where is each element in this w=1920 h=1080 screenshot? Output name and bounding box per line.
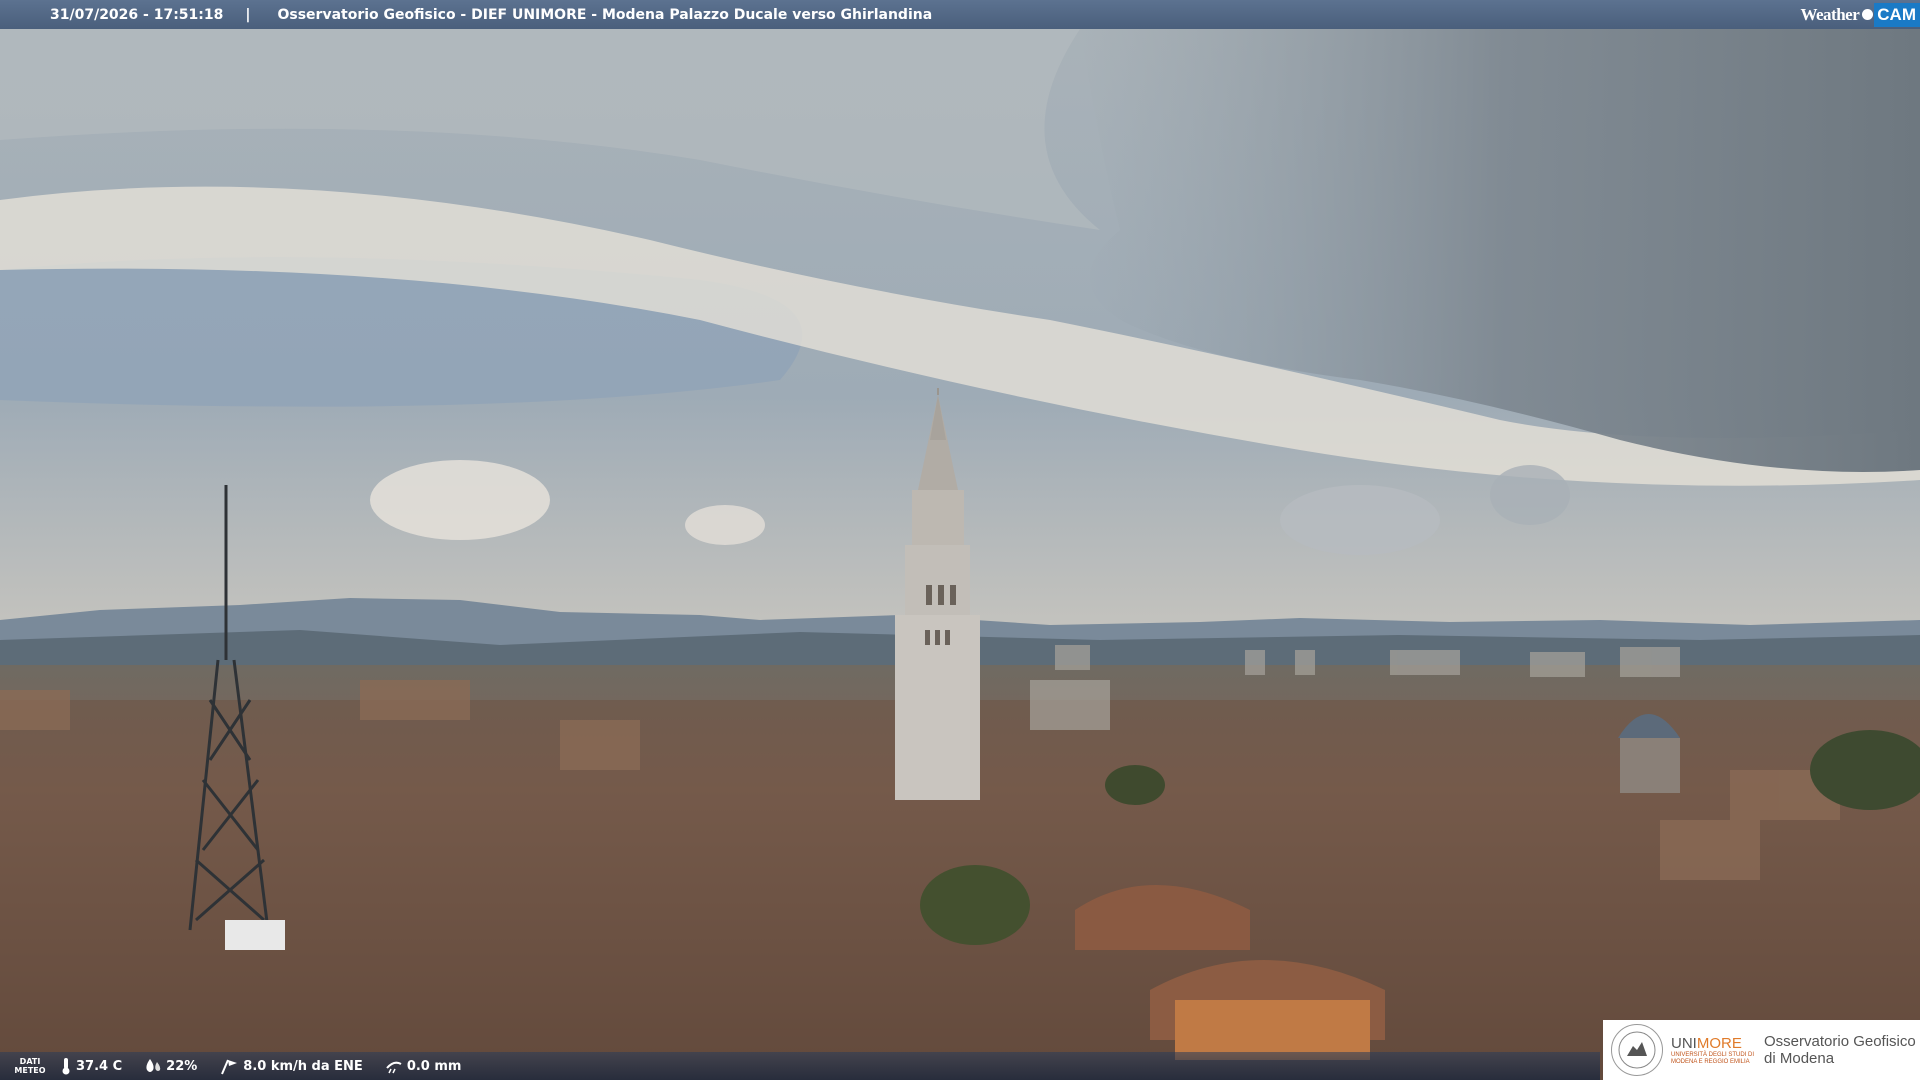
humidity-drop-icon	[146, 1059, 161, 1072]
thermometer-icon	[62, 1058, 70, 1075]
weathercam-logo: Weather CAM	[1800, 0, 1920, 29]
meteo-label: METEO	[14, 1066, 46, 1075]
brand-cam-text: CAM	[1874, 2, 1920, 27]
unimore-seal-icon	[1611, 1024, 1663, 1076]
uni-subtitle-2: MODENA E REGGIO EMILIA	[1671, 1058, 1750, 1065]
observatory-line-1: Osservatorio Geofisico	[1764, 1033, 1916, 1050]
humidity-value: 22%	[166, 1058, 198, 1074]
dati-label: DATI	[19, 1057, 41, 1066]
temperature-value: 37.4 C	[76, 1058, 123, 1074]
webcam-city-view	[0, 29, 1920, 1080]
brand-weather-text: Weather	[1800, 4, 1860, 24]
camera-title: Osservatorio Geofisico - DIEF UNIMORE - …	[277, 6, 933, 23]
rain-reading: 0.0 mm	[385, 1058, 462, 1074]
humidity-reading: 22%	[144, 1058, 197, 1074]
observatory-line-2: di Modena	[1764, 1050, 1835, 1067]
temperature-reading: 37.4 C	[60, 1057, 122, 1075]
wind-value: 8.0 km/h da ENE	[243, 1058, 363, 1074]
top-info-bar: 31/07/2026 - 17:51:18 | Osservatorio Geo…	[0, 0, 1920, 29]
observatory-name: Osservatorio Geofisico di Modena	[1764, 1033, 1916, 1067]
uni-prefix: UNI	[1671, 1034, 1697, 1052]
weather-data-bar: DATI METEO 37.4 C 22% 8.0 km/h da ENE 0.…	[0, 1052, 1600, 1080]
brand-dot-icon	[1862, 9, 1874, 20]
separator: |	[245, 6, 251, 23]
unimore-logo-panel: UNIMORE UNIVERSITÀ DEGLI STUDI DI MODENA…	[1603, 1020, 1920, 1080]
rain-value: 0.0 mm	[406, 1058, 462, 1074]
rain-gauge-icon	[386, 1061, 402, 1074]
wind-reading: 8.0 km/h da ENE	[219, 1057, 363, 1075]
dati-meteo-label: DATI METEO	[0, 1057, 60, 1075]
uni-subtitle-1: UNIVERSITÀ DEGLI STUDI DI	[1671, 1051, 1755, 1058]
equipment-box	[225, 920, 285, 950]
uni-suffix: MORE	[1696, 1034, 1742, 1052]
unimore-wordmark: UNIMORE UNIVERSITÀ DEGLI STUDI DI MODENA…	[1671, 1035, 1754, 1066]
datetime-label: 31/07/2026 - 17:51:18	[50, 6, 224, 23]
wind-icon	[221, 1059, 238, 1075]
